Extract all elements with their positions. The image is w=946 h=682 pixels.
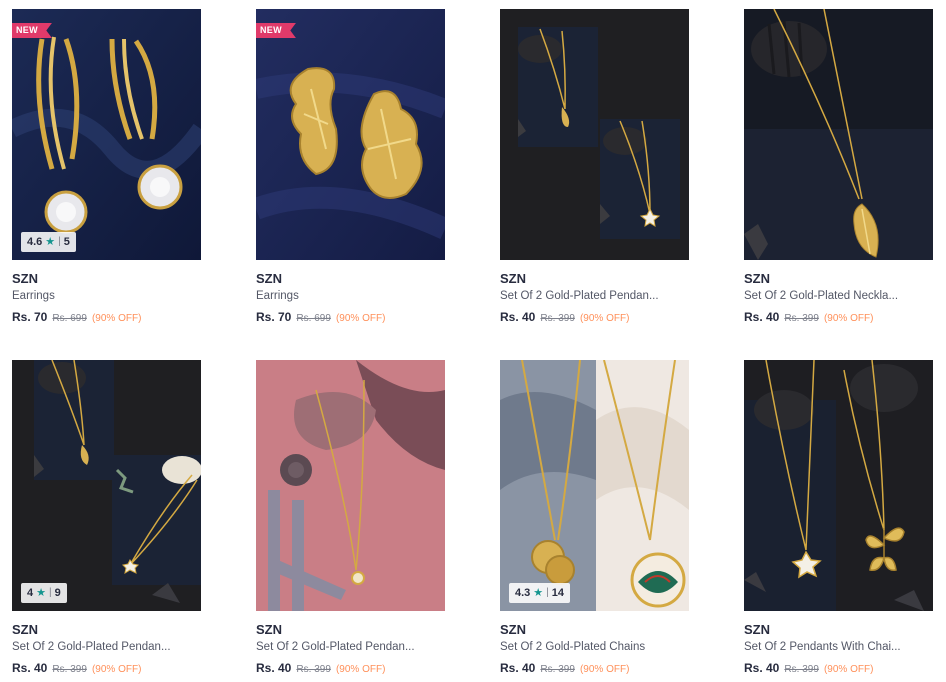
product-price: Rs. 40 Rs. 399 (90% OFF) (256, 661, 446, 675)
product-brand: SZN (744, 271, 770, 286)
star-icon: ★ (533, 587, 544, 599)
discount-label: (90% OFF) (91, 313, 142, 324)
rating-badge: 4 ★ | 9 (21, 583, 67, 603)
original-price: Rs. 399 (540, 664, 575, 675)
product-image[interactable]: NEW 4.6 ★ | 5 (12, 9, 201, 260)
new-tag: NEW (256, 23, 296, 38)
product-brand: SZN (744, 622, 770, 637)
product-name: Earrings (256, 290, 299, 302)
rating-count: 9 (54, 587, 61, 599)
product-image[interactable]: NEW (256, 9, 445, 260)
rating-separator: | (49, 587, 52, 598)
original-price: Rs. 699 (296, 313, 331, 324)
product-price: Rs. 70 Rs. 699 (90% OFF) (256, 310, 446, 324)
product-price: Rs. 40 Rs. 399 (90% OFF) (12, 661, 202, 675)
product-name: Set Of 2 Gold-Plated Pendan... (500, 290, 659, 302)
discount-label: (90% OFF) (91, 664, 142, 675)
product-price: Rs. 40 Rs. 399 (90% OFF) (500, 661, 690, 675)
rating-separator: | (58, 236, 61, 247)
original-price: Rs. 699 (52, 313, 87, 324)
product-card[interactable]: NEW SZN Earrings Rs. 70 Rs. 699 (90% OFF… (256, 9, 446, 324)
product-name: Set Of 2 Gold-Plated Pendan... (256, 641, 415, 653)
selling-price: Rs. 40 (12, 661, 48, 675)
rating-score: 4 (27, 587, 34, 599)
product-name: Set Of 2 Gold-Plated Pendan... (12, 641, 171, 653)
rating-count: 5 (63, 236, 70, 248)
original-price: Rs. 399 (784, 664, 819, 675)
product-name: Set Of 2 Gold-Plated Neckla... (744, 290, 899, 302)
selling-price: Rs. 40 (500, 310, 536, 324)
rating-score: 4.6 (27, 236, 43, 248)
product-brand: SZN (12, 271, 38, 286)
product-price: Rs. 70 Rs. 699 (90% OFF) (12, 310, 202, 324)
star-icon: ★ (45, 236, 56, 248)
product-name: Earrings (12, 290, 55, 302)
selling-price: Rs. 40 (744, 661, 780, 675)
discount-label: (90% OFF) (335, 664, 386, 675)
product-card[interactable]: SZN Set Of 2 Gold-Plated Pendan... Rs. 4… (256, 360, 446, 675)
product-name: Set Of 2 Gold-Plated Chains (500, 641, 646, 653)
product-brand: SZN (500, 271, 526, 286)
discount-label: (90% OFF) (823, 664, 874, 675)
product-price: Rs. 40 Rs. 399 (90% OFF) (744, 310, 934, 324)
original-price: Rs. 399 (784, 313, 819, 324)
product-price: Rs. 40 Rs. 399 (90% OFF) (500, 310, 690, 324)
rating-count: 14 (551, 587, 565, 599)
discount-label: (90% OFF) (579, 664, 630, 675)
discount-label: (90% OFF) (823, 313, 874, 324)
selling-price: Rs. 40 (744, 310, 780, 324)
product-image[interactable]: 4.3 ★ | 14 (500, 360, 689, 611)
product-card[interactable]: NEW 4.6 ★ | 5 SZN Earrings Rs. 70 Rs. 69… (12, 9, 202, 324)
rating-badge: 4.3 ★ | 14 (509, 583, 571, 603)
product-name: Set Of 2 Pendants With Chai... (744, 641, 901, 653)
rating-badge: 4.6 ★ | 5 (21, 232, 76, 252)
rating-score: 4.3 (515, 587, 531, 599)
product-image[interactable] (256, 360, 445, 611)
product-image[interactable] (744, 9, 933, 260)
product-brand: SZN (12, 622, 38, 637)
product-image[interactable]: 4 ★ | 9 (12, 360, 201, 611)
selling-price: Rs. 40 (256, 661, 292, 675)
product-brand: SZN (500, 622, 526, 637)
star-icon: ★ (36, 587, 46, 599)
product-image[interactable] (744, 360, 933, 611)
discount-label: (90% OFF) (579, 313, 630, 324)
selling-price: Rs. 70 (12, 310, 48, 324)
product-brand: SZN (256, 271, 282, 286)
selling-price: Rs. 70 (256, 310, 292, 324)
product-image[interactable] (500, 9, 689, 260)
product-brand: SZN (256, 622, 282, 637)
product-card[interactable]: 4 ★ | 9 SZN Set Of 2 Gold-Plated Pendan.… (12, 360, 202, 675)
rating-separator: | (546, 587, 549, 598)
product-card[interactable]: SZN Set Of 2 Pendants With Chai... Rs. 4… (744, 360, 934, 675)
product-card[interactable]: SZN Set Of 2 Gold-Plated Neckla... Rs. 4… (744, 9, 934, 324)
original-price: Rs. 399 (52, 664, 87, 675)
original-price: Rs. 399 (540, 313, 575, 324)
discount-label: (90% OFF) (335, 313, 386, 324)
product-card[interactable]: SZN Set Of 2 Gold-Plated Pendan... Rs. 4… (500, 9, 690, 324)
original-price: Rs. 399 (296, 664, 331, 675)
product-price: Rs. 40 Rs. 399 (90% OFF) (744, 661, 934, 675)
selling-price: Rs. 40 (500, 661, 536, 675)
product-card[interactable]: 4.3 ★ | 14 SZN Set Of 2 Gold-Plated Chai… (500, 360, 690, 675)
new-tag: NEW (12, 23, 52, 38)
